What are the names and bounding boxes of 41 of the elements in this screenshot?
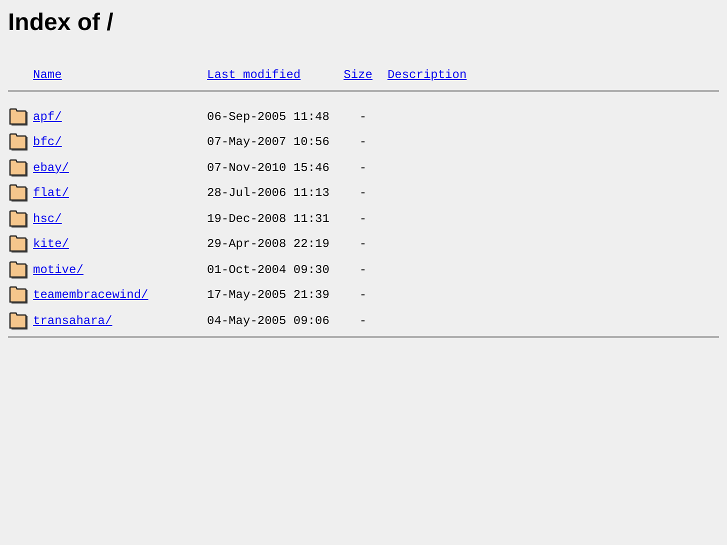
file-size: - bbox=[359, 160, 367, 177]
modified-date: 01-Oct-2004 09:30 bbox=[207, 262, 330, 279]
folder-icon bbox=[8, 260, 28, 279]
directory-link[interactable]: transahara/ bbox=[33, 314, 112, 328]
directory-link[interactable]: teamembracewind/ bbox=[33, 288, 148, 302]
modified-date: 17-May-2005 21:39 bbox=[207, 287, 330, 304]
modified-date: 28-Jul-2006 11:13 bbox=[207, 185, 330, 202]
directory-link[interactable]: flat/ bbox=[33, 186, 70, 200]
directory-link[interactable]: hsc/ bbox=[33, 212, 62, 226]
directory-link[interactable]: kite/ bbox=[33, 237, 70, 252]
modified-date: 07-May-2007 10:56 bbox=[207, 134, 330, 152]
modified-date: 19-Dec-2008 11:31 bbox=[207, 210, 330, 228]
folder-icon bbox=[8, 210, 28, 228]
directory-link[interactable]: ebay/ bbox=[33, 160, 70, 175]
file-size: - bbox=[359, 287, 367, 304]
file-size: - bbox=[359, 312, 367, 330]
page-title: Index of / bbox=[8, 8, 114, 38]
file-size: - bbox=[359, 185, 367, 202]
file-size: - bbox=[359, 262, 367, 279]
folder-icon bbox=[8, 235, 28, 254]
directory-link[interactable]: motive/ bbox=[33, 262, 84, 277]
modified-date: 06-Sep-2005 11:48 bbox=[207, 108, 330, 126]
column-header-link[interactable]: Last modified bbox=[207, 66, 301, 84]
column-header-link[interactable]: Name bbox=[33, 66, 62, 84]
modified-date: 04-May-2005 09:06 bbox=[207, 312, 330, 330]
modified-date: 07-Nov-2010 15:46 bbox=[207, 160, 330, 177]
folder-icon bbox=[8, 108, 28, 126]
folder-icon bbox=[8, 133, 28, 152]
column-header-link[interactable]: Description bbox=[387, 66, 467, 84]
file-size: - bbox=[359, 108, 367, 126]
folder-icon bbox=[8, 158, 28, 177]
file-size: - bbox=[359, 236, 367, 254]
directory-link[interactable]: bfc/ bbox=[33, 135, 62, 150]
folder-icon bbox=[8, 312, 28, 330]
folder-icon bbox=[8, 286, 28, 304]
modified-date: 29-Apr-2008 22:19 bbox=[207, 236, 330, 254]
folder-icon bbox=[8, 184, 28, 202]
file-size: - bbox=[359, 210, 367, 228]
file-size: - bbox=[359, 134, 367, 152]
directory-link[interactable]: apf/ bbox=[33, 110, 62, 124]
column-header-link[interactable]: Size bbox=[344, 66, 372, 84]
